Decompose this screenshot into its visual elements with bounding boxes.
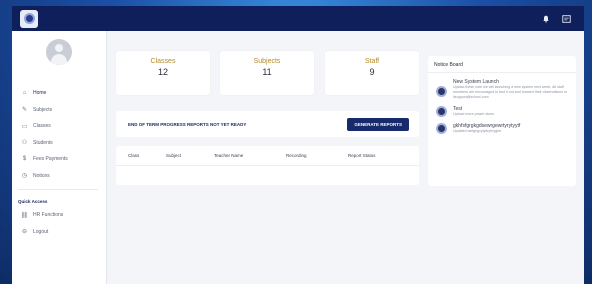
reports-table: Class Subject Teacher Name Recording Rep… [116,146,419,185]
people-icon: ⚇ [21,140,28,147]
message-icon[interactable] [561,13,572,24]
notice-avatar-icon [436,106,447,117]
column-header-teacher-name[interactable]: Teacher Name [214,153,243,158]
notice-body: Upload these note we will launching a ne… [453,85,568,99]
sidebar-item-home[interactable]: ⌂ Home [12,85,106,102]
sidebar-item-label: Fees Payments [33,156,68,163]
notice-item[interactable]: Test Upload more power stone [428,100,576,117]
column-header-subject[interactable]: Subject [166,153,181,158]
sidebar-item-label: Notices [33,172,50,179]
app-window: ⌂ Home ✎ Subjects ▭ Classes ⚇ Students $… [12,6,584,284]
notice-icon: ◷ [21,173,28,180]
notice-body: Upload more power stone [453,112,495,116]
sidebar-item-students[interactable]: ⚇ Students [12,135,106,152]
sidebar-item-classes[interactable]: ▭ Classes [12,118,106,135]
home-icon: ⌂ [22,90,27,97]
stat-value: 12 [157,67,168,77]
stat-label: Subjects [253,58,281,65]
notice-board: Notice Board New System Launch Upload th… [428,56,576,186]
stat-card-staff[interactable]: Staff 9 [325,51,419,95]
sidebar-item-hr-functions[interactable]: ⛓ HR Functions [12,207,106,224]
sidebar-item-logout[interactable]: ⊖ Logout [12,224,106,241]
sidebar-item-subjects[interactable]: ✎ Subjects [12,102,106,119]
book-icon: ▭ [21,123,28,130]
alert-text: END OF TERM PROGRESS REPORTS NOT YET REA… [128,121,247,127]
link-icon: ⛓ [20,212,29,219]
top-bar [12,6,584,31]
reports-alert: END OF TERM PROGRESS REPORTS NOT YET REA… [116,111,419,137]
edit-icon: ✎ [21,107,28,114]
lock-icon: ⊖ [21,229,28,236]
divider [18,189,98,190]
sidebar-item-label: HR Functions [33,212,64,219]
stat-card-classes[interactable]: Classes 12 [116,51,210,95]
stat-value: 11 [262,67,272,77]
quick-access-title: Quick Access [18,198,48,204]
dollar-icon: $ [22,156,27,163]
notice-avatar-icon [436,123,447,134]
stat-label: Classes [150,58,176,65]
sidebar: ⌂ Home ✎ Subjects ▭ Classes ⚇ Students $… [12,31,107,284]
notice-item[interactable]: gkhfsfgrgkgdsewrgewrtyrytyytf Updated we… [428,117,576,134]
sidebar-item-label: Logout [33,228,49,235]
notice-body: Updated wefgegvytytvyhryghe [453,129,502,133]
table-header-row: Class Subject Teacher Name Recording Rep… [116,146,419,166]
stat-card-subjects[interactable]: Subjects 11 [220,51,314,95]
notice-item[interactable]: New System Launch Upload these note we w… [428,73,576,100]
generate-reports-button[interactable]: GENERATE REPORTS [347,117,409,131]
sidebar-item-label: Classes [33,123,51,130]
sidebar-item-label: Home [33,90,47,97]
column-header-recording[interactable]: Recording [286,153,307,158]
sidebar-nav: ⌂ Home ✎ Subjects ▭ Classes ⚇ Students $… [12,85,106,184]
stat-label: Staff [364,58,380,65]
column-header-report-status[interactable]: Report Status [348,153,376,158]
school-logo-icon[interactable] [20,9,38,28]
sidebar-item-fees-payments[interactable]: $ Fees Payments [12,151,106,168]
notice-board-title: Notice Board [428,56,576,73]
sidebar-item-notices[interactable]: ◷ Notices [12,168,106,185]
bell-icon[interactable] [540,13,551,24]
avatar[interactable] [46,39,72,65]
sidebar-item-label: Students [33,139,53,146]
stat-value: 9 [369,67,375,77]
column-header-class[interactable]: Class [128,153,139,158]
sidebar-item-label: Subjects [33,106,53,113]
notice-avatar-icon [436,86,447,97]
